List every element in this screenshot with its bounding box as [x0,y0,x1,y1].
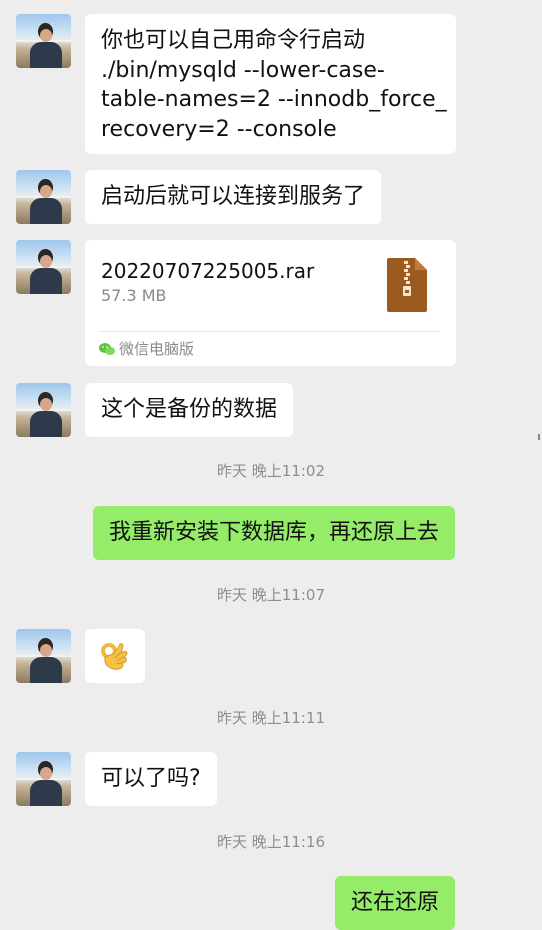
timestamp: 昨天 晚上11:07 [217,586,325,604]
scroll-edge-marker [538,434,540,440]
avatar-detail [40,767,52,780]
file-message-card[interactable]: 20220707225005.rar 57.3 MB 微信电脑版 [85,240,456,366]
contact-avatar[interactable] [16,752,71,806]
timestamp: 昨天 晚上11:02 [217,462,325,480]
contact-avatar[interactable] [16,629,71,683]
message-bubble-outgoing[interactable]: 我重新安装下数据库，再还原上去 [92,506,455,560]
message-bubble-incoming[interactable]: 你也可以自己用命令行启动 ./bin/mysqld --lower-case- … [85,14,456,154]
divider [99,331,440,332]
archive-zip-icon [387,258,427,312]
file-source: 微信电脑版 [99,339,194,359]
contact-avatar[interactable] [16,240,71,294]
avatar-detail [40,255,52,268]
message-text: 这个是备份的数据 [101,397,278,422]
contact-avatar[interactable] [16,14,71,68]
message-bubble-incoming[interactable]: 可以了吗? [85,752,217,806]
ok-hand-icon [101,643,128,670]
file-source-label: 微信电脑版 [119,340,195,358]
message-text: 你也可以自己用命令行启动 [101,28,366,53]
file-size: 57.3 MB [101,286,167,305]
avatar-detail [30,42,62,68]
avatar-detail [40,398,52,411]
timestamp: 昨天 晚上11:16 [217,833,325,851]
message-bubble-incoming[interactable]: 这个是备份的数据 [85,383,294,437]
file-name: 20220707225005.rar [101,259,315,283]
message-bubble-incoming[interactable]: 启动后就可以连接到服务了 [85,170,382,224]
contact-avatar[interactable] [16,383,71,437]
message-text: ./bin/mysqld --lower-case- [101,57,385,83]
message-text: table-names=2 --innodb_force_ [101,87,447,112]
timestamp: 昨天 晚上11:11 [217,709,325,727]
emoji-message-bubble[interactable] [85,629,145,683]
contact-avatar[interactable] [16,170,71,224]
message-text: recovery=2 --console [101,116,337,142]
message-text: 我重新安装下数据库，再还原上去 [108,520,439,545]
avatar-detail [30,411,62,437]
avatar-detail [30,657,62,683]
wechat-icon [99,343,115,355]
message-text: 可以了吗? [101,766,201,791]
message-bubble-outgoing[interactable]: 还在还原 [334,876,455,930]
message-text: 还在还原 [350,890,439,915]
avatar-detail [30,268,62,294]
avatar-detail [30,780,62,806]
avatar-detail [40,644,52,657]
avatar-detail [30,198,62,224]
message-text: 启动后就可以连接到服务了 [101,184,366,209]
avatar-detail [40,185,52,198]
avatar-detail [40,29,52,42]
